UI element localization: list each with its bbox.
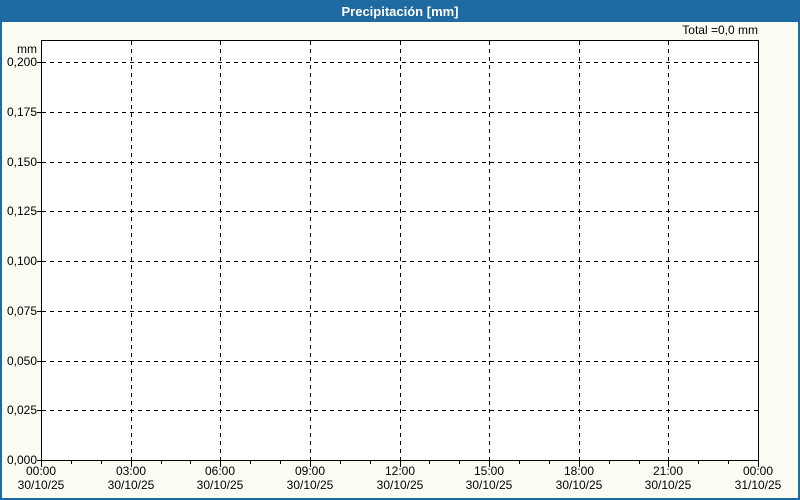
x-tick-time: 12:00 <box>384 464 416 478</box>
v-gridline <box>310 41 311 460</box>
x-tick-label: 03:00 30/10/25 <box>86 464 176 492</box>
v-gridline <box>131 41 132 460</box>
x-tick-time: 03:00 <box>115 464 147 478</box>
x-tick-date: 30/10/25 <box>107 478 155 492</box>
x-tick-date: 30/10/25 <box>465 478 513 492</box>
x-tick-time: 15:00 <box>473 464 505 478</box>
chart-title-bar: Precipitación [mm] <box>2 2 798 22</box>
x-tick-date: 30/10/25 <box>376 478 424 492</box>
y-axis-unit-label: mm <box>17 42 37 56</box>
x-tick-date: 31/10/25 <box>734 478 782 492</box>
y-axis-line <box>41 40 42 461</box>
y-tick-label: 0,125 <box>6 204 37 218</box>
x-tick-time: 09:00 <box>294 464 326 478</box>
x-tick-label: 06:00 30/10/25 <box>175 464 265 492</box>
y-tick-label: 0,200 <box>6 55 37 69</box>
x-tick-time: 00:00 <box>742 464 774 478</box>
x-tick-label: 21:00 30/10/25 <box>623 464 713 492</box>
v-gridline <box>579 41 580 460</box>
y-tick-mark <box>37 410 41 411</box>
x-tick-date: 30/10/25 <box>286 478 334 492</box>
plot-right-border <box>758 40 759 461</box>
x-tick-time: 00:00 <box>25 464 57 478</box>
v-gridline <box>400 41 401 460</box>
x-tick-label: 15:00 30/10/25 <box>444 464 534 492</box>
y-tick-mark <box>37 162 41 163</box>
x-tick-date: 30/10/25 <box>196 478 244 492</box>
y-tick-mark <box>37 112 41 113</box>
x-tick-label: 12:00 30/10/25 <box>355 464 445 492</box>
y-tick-label: 0,050 <box>6 354 37 368</box>
x-tick-date: 30/10/25 <box>644 478 692 492</box>
v-gridline <box>220 41 221 460</box>
x-tick-time: 18:00 <box>563 464 595 478</box>
y-tick-label: 0,025 <box>6 403 37 417</box>
precipitation-chart-window: Precipitación [mm] Total =0,0 mm mm 0,20… <box>0 0 800 500</box>
y-tick-label: 0,100 <box>6 254 37 268</box>
y-tick-mark <box>37 311 41 312</box>
y-tick-mark <box>37 211 41 212</box>
y-tick-label: 0,075 <box>6 304 37 318</box>
x-tick-date: 30/10/25 <box>17 478 65 492</box>
x-tick-label: 00:00 30/10/25 <box>0 464 86 492</box>
y-tick-mark <box>37 261 41 262</box>
total-precipitation-label: Total =0,0 mm <box>682 23 758 37</box>
chart-title: Precipitación [mm] <box>341 4 459 19</box>
x-tick-label: 09:00 30/10/25 <box>265 464 355 492</box>
x-tick-label: 18:00 30/10/25 <box>534 464 624 492</box>
x-tick-date: 30/10/25 <box>555 478 603 492</box>
v-gridline <box>489 41 490 460</box>
y-tick-mark <box>37 361 41 362</box>
y-tick-mark <box>37 62 41 63</box>
y-tick-label: 0,150 <box>6 155 37 169</box>
v-gridline <box>668 41 669 460</box>
x-tick-label: 00:00 31/10/25 <box>713 464 800 492</box>
x-tick-time: 21:00 <box>652 464 684 478</box>
y-tick-label: 0,175 <box>6 105 37 119</box>
x-tick-time: 06:00 <box>204 464 236 478</box>
